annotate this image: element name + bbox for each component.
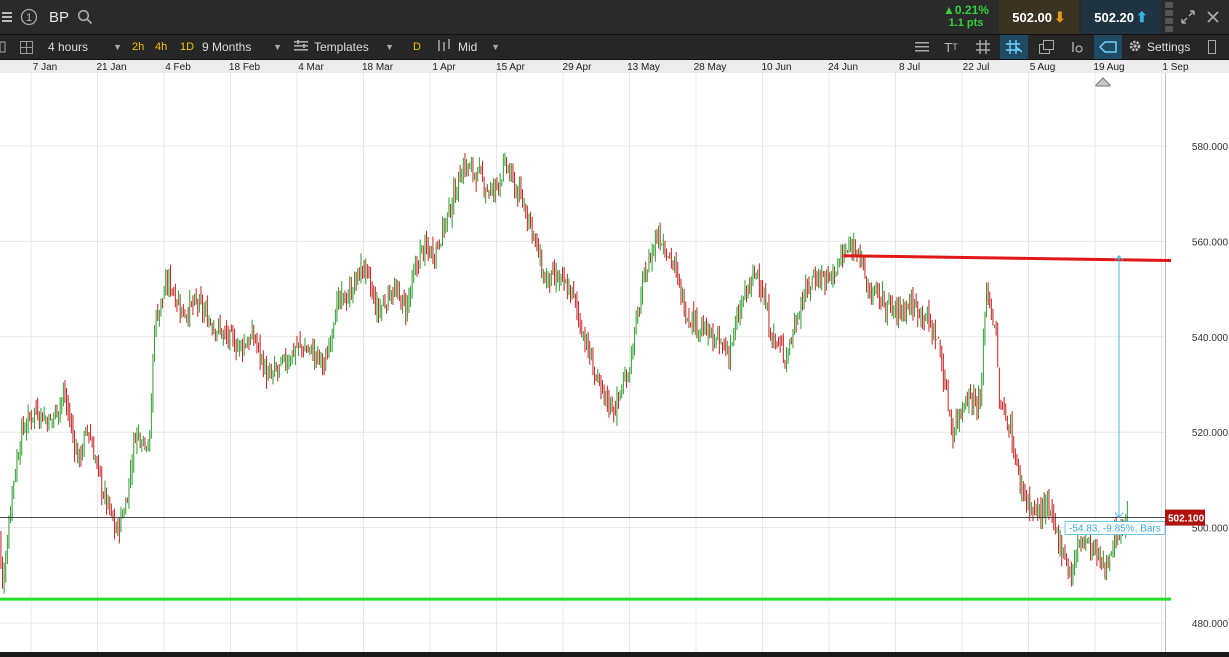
change-pts: 1.1 pts <box>948 17 984 29</box>
windows-icon[interactable] <box>1032 35 1060 59</box>
info-icon[interactable]: 1 <box>18 0 40 34</box>
up-arrow-icon: ▲ <box>943 3 955 17</box>
x-tick-label: 5 Aug <box>1030 62 1056 73</box>
x-tick-label: 22 Jul <box>963 62 990 73</box>
expand-icon[interactable] <box>1178 0 1198 34</box>
current-price-label: 502.100 <box>1168 514 1205 525</box>
price-axis-panel <box>1165 73 1229 652</box>
chevron-down-icon: ▼ <box>113 42 122 52</box>
x-tick-label: 21 Jan <box>96 62 126 73</box>
crosshair-grid-icon[interactable] <box>1000 35 1028 59</box>
range-label: 9 Months <box>202 40 252 54</box>
svg-text:1: 1 <box>26 12 32 24</box>
chevron-down-icon: ▼ <box>273 42 282 52</box>
price-type-label: Mid <box>458 40 478 54</box>
range-select[interactable]: 9 Months ▼ <box>196 35 286 59</box>
interval-label: 4 hours <box>48 40 89 54</box>
chart-toolbar: 4 hours ▼ 2h 4h 1D 9 Months ▼ Templates … <box>0 35 1229 60</box>
x-tick-label: 18 Mar <box>362 62 394 73</box>
y-tick-label: 580.000 <box>1192 142 1229 153</box>
text-tool-icon[interactable]: TT <box>938 35 964 59</box>
measure-label: -54.83, -9.85%, Bars <box>1069 524 1161 535</box>
y-tick-label: 560.000 <box>1192 237 1229 248</box>
tag-icon[interactable] <box>1094 35 1122 59</box>
templates-menu[interactable]: Templates ▼ <box>290 35 398 59</box>
gear-icon <box>1128 39 1142 56</box>
x-tick-label: 28 May <box>694 62 727 73</box>
home-marker-icon <box>1095 77 1111 87</box>
depth-ladder-icon[interactable] <box>1164 0 1174 34</box>
price-type-select[interactable]: Mid ▼ <box>432 35 504 59</box>
templates-label: Templates <box>314 40 369 54</box>
sell-button[interactable]: 502.00 ⬇ <box>999 0 1079 34</box>
x-tick-label: 19 Aug <box>1093 62 1124 73</box>
top-bar: 1 BP ▲0.21% 1.1 pts 502.00 ⬇ 502.20 ⬆ <box>0 0 1229 35</box>
date-axis: 7 Jan 21 Jan 4 Feb 18 Feb 4 Mar 18 Mar 1 Apr 15… <box>0 60 1229 74</box>
y-tick-label: 540.000 <box>1192 333 1229 344</box>
layout-icon[interactable] <box>20 35 36 59</box>
templates-icon <box>294 39 308 55</box>
buy-price: 502.20 <box>1094 9 1135 25</box>
collapse-icon[interactable] <box>1208 35 1224 59</box>
date-axis-svg: 7 Jan 21 Jan 4 Feb 18 Feb 4 Mar 18 Mar 1 Apr 15… <box>33 62 1189 73</box>
instrument-symbol[interactable]: BP <box>44 0 74 34</box>
ohlc-icon <box>436 39 452 55</box>
up-arrow-icon: ⬆ <box>1136 8 1148 25</box>
drawing-tools-icon[interactable] <box>1064 35 1090 59</box>
x-tick-label: 4 Feb <box>165 62 191 73</box>
indicators-icon[interactable] <box>910 35 934 59</box>
close-icon[interactable] <box>1202 0 1224 34</box>
x-tick-label: 13 May <box>627 62 660 73</box>
y-tick-label: 520.000 <box>1192 428 1229 439</box>
search-icon[interactable] <box>75 0 95 34</box>
d-badge[interactable]: D <box>413 35 421 59</box>
chart-plot[interactable]: 480.000 500.000 520.000 540.000 560.000 580.0… <box>0 73 1229 652</box>
change-pct: 0.21% <box>954 3 989 17</box>
x-tick-label: 7 Jan <box>33 62 57 73</box>
sell-price: 502.00 <box>1012 9 1053 25</box>
settings-label: Settings <box>1147 40 1191 54</box>
x-tick-label: 1 Sep <box>1162 62 1189 73</box>
interval-2h-button[interactable]: 2h <box>132 35 144 59</box>
x-tick-label: 24 Jun <box>828 62 858 73</box>
x-tick-label: 18 Feb <box>229 62 261 73</box>
interval-1d-button[interactable]: 1D <box>180 35 194 59</box>
interval-4h-button[interactable]: 4h <box>155 35 167 59</box>
grid-icon[interactable] <box>970 35 996 59</box>
x-tick-label: 8 Jul <box>899 62 920 73</box>
buy-button[interactable]: 502.20 ⬆ <box>1081 0 1161 34</box>
x-tick-label: 4 Mar <box>298 62 324 73</box>
settings-button[interactable]: Settings <box>1128 35 1204 59</box>
x-tick-label: 1 Apr <box>432 62 456 73</box>
price-change: ▲0.21% 1.1 pts <box>934 0 998 34</box>
menu-icon[interactable] <box>0 0 14 34</box>
x-tick-label: 15 Apr <box>496 62 526 73</box>
x-tick-label: 10 Jun <box>761 62 791 73</box>
panel-toggle-icon[interactable] <box>0 35 8 59</box>
chevron-down-icon: ▼ <box>491 42 500 52</box>
interval-select[interactable]: 4 hours ▼ <box>40 35 126 59</box>
price-chart[interactable]: 480.000500.000520.000540.000560.000580.0… <box>0 73 1229 652</box>
chevron-down-icon: ▼ <box>385 42 394 52</box>
y-tick-label: 480.000 <box>1192 619 1229 630</box>
x-tick-label: 29 Apr <box>563 62 593 73</box>
down-arrow-icon: ⬇ <box>1054 8 1066 25</box>
